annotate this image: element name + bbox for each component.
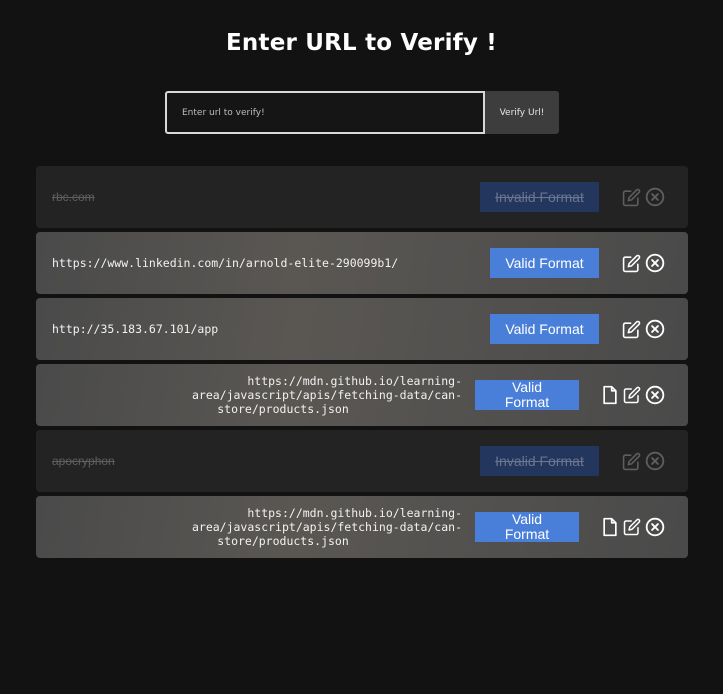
edit-icon[interactable] (622, 516, 642, 538)
url-row: https://mdn.github.io/learning-area/java… (36, 496, 688, 558)
status-line: Format (504, 394, 550, 410)
edit-icon[interactable] (622, 384, 642, 406)
url-input[interactable] (165, 91, 485, 134)
page-title: Enter URL to Verify ! (226, 30, 497, 56)
status-badge: Valid Format (490, 248, 599, 278)
url-line: https://mdn.github.io/learning-area/java… (191, 374, 462, 402)
url-text: https://mdn.github.io/learning-area/java… (64, 496, 462, 558)
status-badge: Invalid Format (480, 446, 599, 476)
verify-url-button[interactable]: Verify Url! (485, 91, 559, 134)
url-form: Verify Url! (165, 91, 559, 134)
url-row: rbc.com Invalid Format (36, 166, 688, 228)
close-circle-icon[interactable] (644, 516, 666, 538)
status-badge: Valid Format (475, 380, 579, 410)
url-text: https://www.linkedin.com/in/arnold-elite… (52, 256, 399, 270)
url-text: apocryphon (52, 454, 115, 468)
close-circle-icon[interactable] (644, 384, 666, 406)
edit-icon[interactable] (621, 450, 641, 472)
close-circle-icon[interactable] (644, 252, 666, 274)
close-circle-icon[interactable] (644, 450, 666, 472)
status-badge: Valid Format (490, 314, 599, 344)
url-row: apocryphon Invalid Format (36, 430, 688, 492)
edit-icon[interactable] (621, 252, 641, 274)
status-badge: Valid Format (475, 512, 579, 542)
url-line: store/products.json (217, 402, 349, 416)
url-text: http://35.183.67.101/app (52, 322, 219, 336)
status-line: Valid (511, 379, 543, 395)
url-line: store/products.json (217, 534, 349, 548)
edit-icon[interactable] (621, 318, 641, 340)
edit-icon[interactable] (621, 186, 641, 208)
file-icon[interactable] (600, 384, 620, 406)
close-circle-icon[interactable] (644, 186, 666, 208)
url-text: rbc.com (52, 190, 95, 204)
url-row: http://35.183.67.101/app Valid Format (36, 298, 688, 360)
url-line: https://mdn.github.io/learning-area/java… (191, 506, 462, 534)
status-line: Valid (511, 511, 543, 527)
url-row: https://www.linkedin.com/in/arnold-elite… (36, 232, 688, 294)
status-badge: Invalid Format (480, 182, 599, 212)
url-text: https://mdn.github.io/learning-area/java… (64, 364, 462, 426)
url-row: https://mdn.github.io/learning-area/java… (36, 364, 688, 426)
close-circle-icon[interactable] (644, 318, 666, 340)
status-line: Format (504, 526, 550, 542)
file-icon[interactable] (600, 516, 620, 538)
